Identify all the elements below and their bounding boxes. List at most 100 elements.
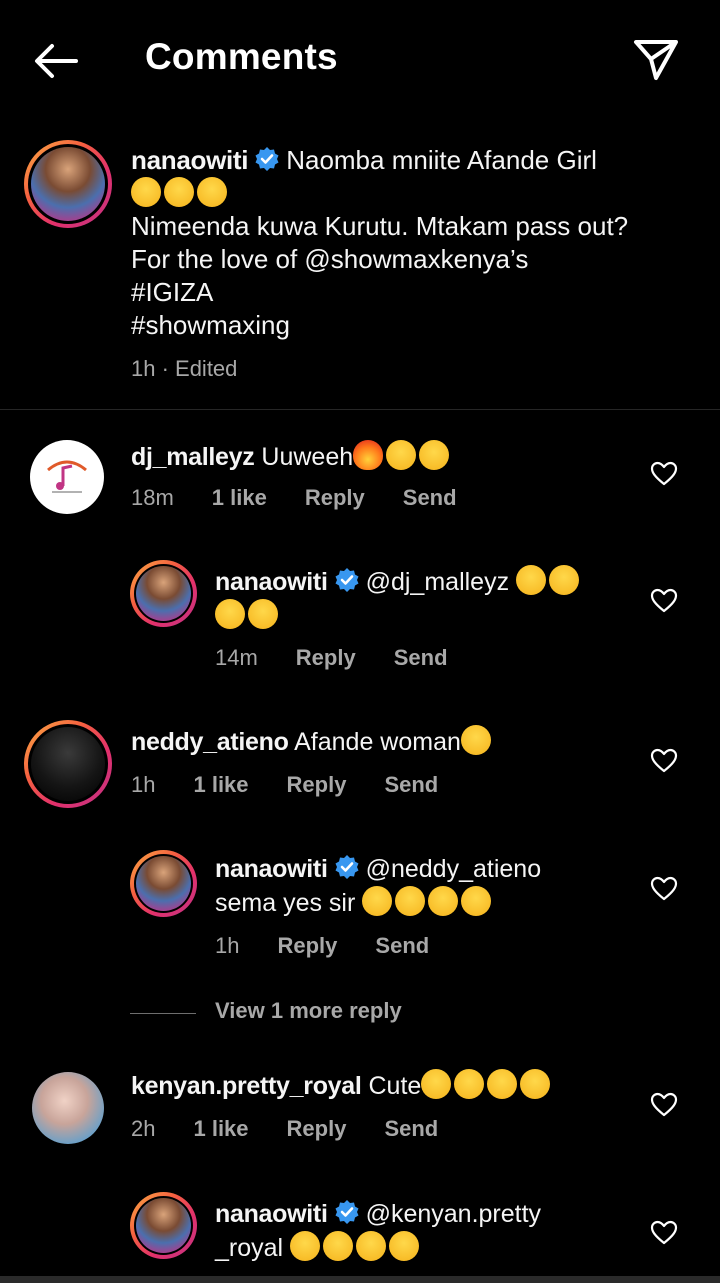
comment-body: Cute (368, 1072, 422, 1100)
comment-username[interactable]: neddy_atieno (131, 728, 289, 756)
comment-text: nanaowiti @dj_malleyz (215, 565, 635, 633)
grin-sweat-emoji-icon (197, 177, 227, 207)
comment-text: nanaowiti @kenyan.pretty _royal (215, 1198, 635, 1265)
tears-of-joy-emoji-icon (549, 565, 580, 595)
comment-text: neddy_atieno Afande woman (131, 725, 631, 759)
comment-text: nanaowiti @neddy_atieno sema yes sir (215, 853, 635, 920)
caption-text: nanaowiti Naomba mniite Afande Girl Nimee… (131, 144, 671, 342)
bottom-bar (0, 1276, 720, 1283)
reply-button[interactable]: Reply (296, 645, 356, 671)
send-button[interactable]: Send (384, 772, 438, 798)
caption-username[interactable]: nanaowiti (131, 145, 249, 175)
tears-of-joy-emoji-icon (516, 565, 547, 595)
comment-text: dj_malleyz Uuweeh (131, 440, 631, 474)
comment-text: kenyan.pretty_royal Cute (131, 1069, 651, 1103)
comment-username[interactable]: dj_malleyz (131, 443, 255, 471)
verified-badge-icon (255, 147, 279, 171)
grin-sweat-emoji-icon (164, 177, 194, 207)
avatar[interactable] (30, 440, 104, 514)
tears-of-joy-emoji-icon (248, 599, 278, 629)
caption: nanaowiti Naomba mniite Afande Girl Nimee… (0, 130, 720, 410)
comment-username[interactable]: nanaowiti (215, 568, 328, 596)
comment-body[interactable]: @neddy_atieno (366, 855, 542, 883)
reply-item: nanaowiti @dj_malleyz 14m Reply Send (0, 560, 720, 680)
tears-of-joy-emoji-icon (395, 886, 426, 916)
likes-count[interactable]: 1 like (212, 485, 267, 511)
fire-emoji-icon (353, 440, 384, 470)
heart-eyes-emoji-icon (487, 1069, 518, 1099)
send-button[interactable]: Send (403, 485, 457, 511)
send-button[interactable]: Send (394, 645, 448, 671)
caption-body: Nimeenda kuwa Kurutu. Mtakam pass out? F… (131, 211, 629, 274)
music-logo-icon (47, 460, 87, 493)
reply-button[interactable]: Reply (277, 933, 337, 959)
comment-body-line2[interactable]: _royal (215, 1234, 283, 1262)
comment-meta: 14m Reply Send (215, 645, 486, 671)
heart-icon[interactable] (650, 1220, 678, 1246)
send-button[interactable]: Send (384, 1116, 438, 1142)
comment-meta: 1h Reply Send (215, 933, 467, 959)
comment-body-line2: sema yes sir (215, 889, 356, 917)
tears-of-joy-emoji-icon (419, 440, 450, 470)
tears-of-joy-emoji-icon (362, 886, 393, 916)
heart-icon[interactable] (650, 1092, 678, 1118)
divider (130, 1013, 196, 1014)
comment-body[interactable]: @kenyan.pretty (366, 1200, 541, 1228)
heart-eyes-emoji-icon (290, 1231, 321, 1261)
caption-meta: 1h · Edited (131, 356, 238, 381)
reply-item: nanaowiti @neddy_atieno sema yes sir 1h Re… (0, 850, 720, 970)
avatar[interactable] (24, 140, 112, 228)
view-more-label[interactable]: View 1 more reply (215, 998, 402, 1024)
tears-of-joy-emoji-icon (215, 599, 245, 629)
comment-time: 2h (131, 1116, 156, 1141)
avatar[interactable] (130, 560, 197, 627)
send-button[interactable]: Send (375, 933, 429, 959)
heart-icon[interactable] (650, 461, 678, 487)
comment-meta: 2h 1 like Reply Send (131, 1116, 476, 1142)
avatar[interactable] (130, 850, 197, 917)
comment-body: Uuweeh (261, 443, 354, 471)
tears-of-joy-emoji-icon (428, 886, 459, 916)
tears-of-joy-emoji-icon (386, 440, 417, 470)
hashtag-showmaxing[interactable]: #showmaxing (131, 310, 290, 340)
comment-meta: 1h 1 like Reply Send (131, 772, 476, 798)
comment-time: 1h (215, 933, 240, 958)
avatar[interactable] (32, 1072, 104, 1144)
heart-eyes-emoji-icon (454, 1069, 485, 1099)
verified-badge-icon (335, 568, 359, 592)
heart-icon[interactable] (650, 748, 678, 774)
comment-item: kenyan.pretty_royal Cute 2h 1 like Reply Se… (0, 1069, 720, 1172)
reply-button[interactable]: Reply (287, 772, 347, 798)
avatar[interactable] (130, 1192, 197, 1259)
comment-username[interactable]: kenyan.pretty_royal (131, 1072, 362, 1100)
comment-meta: 18m 1 like Reply Send (131, 485, 495, 511)
avatar[interactable] (24, 720, 112, 808)
comment-username[interactable]: nanaowiti (215, 1200, 328, 1228)
likes-count[interactable]: 1 like (193, 1116, 248, 1142)
comment-time: 1h (131, 772, 156, 797)
heart-icon[interactable] (650, 876, 678, 902)
grin-sweat-emoji-icon (131, 177, 161, 207)
comment-username[interactable]: nanaowiti (215, 855, 328, 883)
verified-badge-icon (335, 855, 359, 879)
tears-of-joy-emoji-icon (461, 886, 492, 916)
hashtag-igiza[interactable]: #IGIZA (131, 277, 213, 307)
tears-of-joy-emoji-icon (460, 725, 491, 755)
verified-badge-icon (335, 1200, 359, 1224)
comment-body[interactable]: @dj_malleyz (366, 568, 509, 596)
header: Comments (0, 0, 720, 120)
arrow-left-icon[interactable] (30, 36, 82, 86)
comment-time: 14m (215, 645, 258, 670)
reply-item: nanaowiti @kenyan.pretty _royal (0, 1192, 720, 1276)
heart-eyes-emoji-icon (389, 1231, 420, 1261)
comment-item: neddy_atieno Afande woman 1h 1 like Reply S… (0, 720, 720, 820)
reply-button[interactable]: Reply (287, 1116, 347, 1142)
comment-time: 18m (131, 485, 174, 510)
caption-line1: Naomba mniite Afande Girl (286, 145, 597, 175)
likes-count[interactable]: 1 like (193, 772, 248, 798)
paper-plane-icon[interactable] (630, 34, 682, 86)
reply-button[interactable]: Reply (305, 485, 365, 511)
heart-eyes-emoji-icon (421, 1069, 452, 1099)
heart-icon[interactable] (650, 588, 678, 614)
heart-eyes-emoji-icon (356, 1231, 387, 1261)
